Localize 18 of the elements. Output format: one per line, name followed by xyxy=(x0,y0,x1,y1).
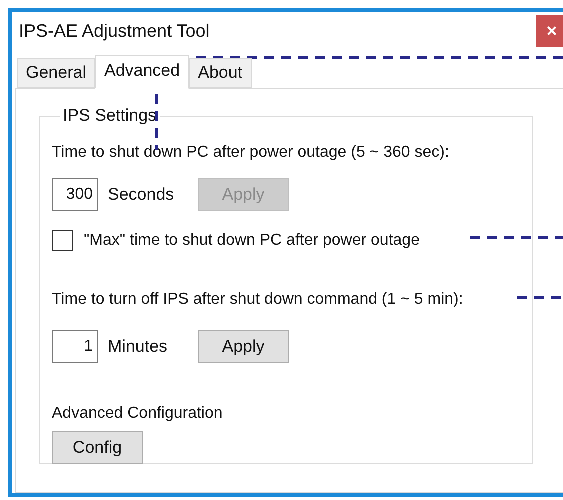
apply-button[interactable]: Apply xyxy=(198,330,289,363)
close-button[interactable]: × xyxy=(536,15,563,47)
checkbox-label: "Max" time to shut down PC after power outage xyxy=(84,232,420,250)
group-title: IPS Settings xyxy=(62,106,158,126)
seconds-input[interactable]: 300 xyxy=(52,178,98,211)
section-label: Advanced Configuration xyxy=(52,404,224,424)
tab[interactable]: About xyxy=(189,58,252,88)
config-button[interactable]: Config xyxy=(52,431,143,464)
window-title: IPS-AE Adjustment Tool xyxy=(19,20,210,42)
shutdown-label: Time to shut down PC after power outage (5 ~ 360 sec): xyxy=(52,143,450,163)
max-checkbox[interactable] xyxy=(52,230,73,251)
tab[interactable]: General xyxy=(17,58,96,88)
ips-off-label: Time to turn off IPS after shut down command (1 ~ 5 min): xyxy=(52,290,464,310)
unit-label: Minutes xyxy=(108,336,169,356)
tab[interactable]: Advanced xyxy=(95,55,190,89)
minutes-input[interactable]: 1 xyxy=(52,330,98,363)
leader-line xyxy=(517,296,563,300)
unit-label: Seconds xyxy=(108,184,176,204)
